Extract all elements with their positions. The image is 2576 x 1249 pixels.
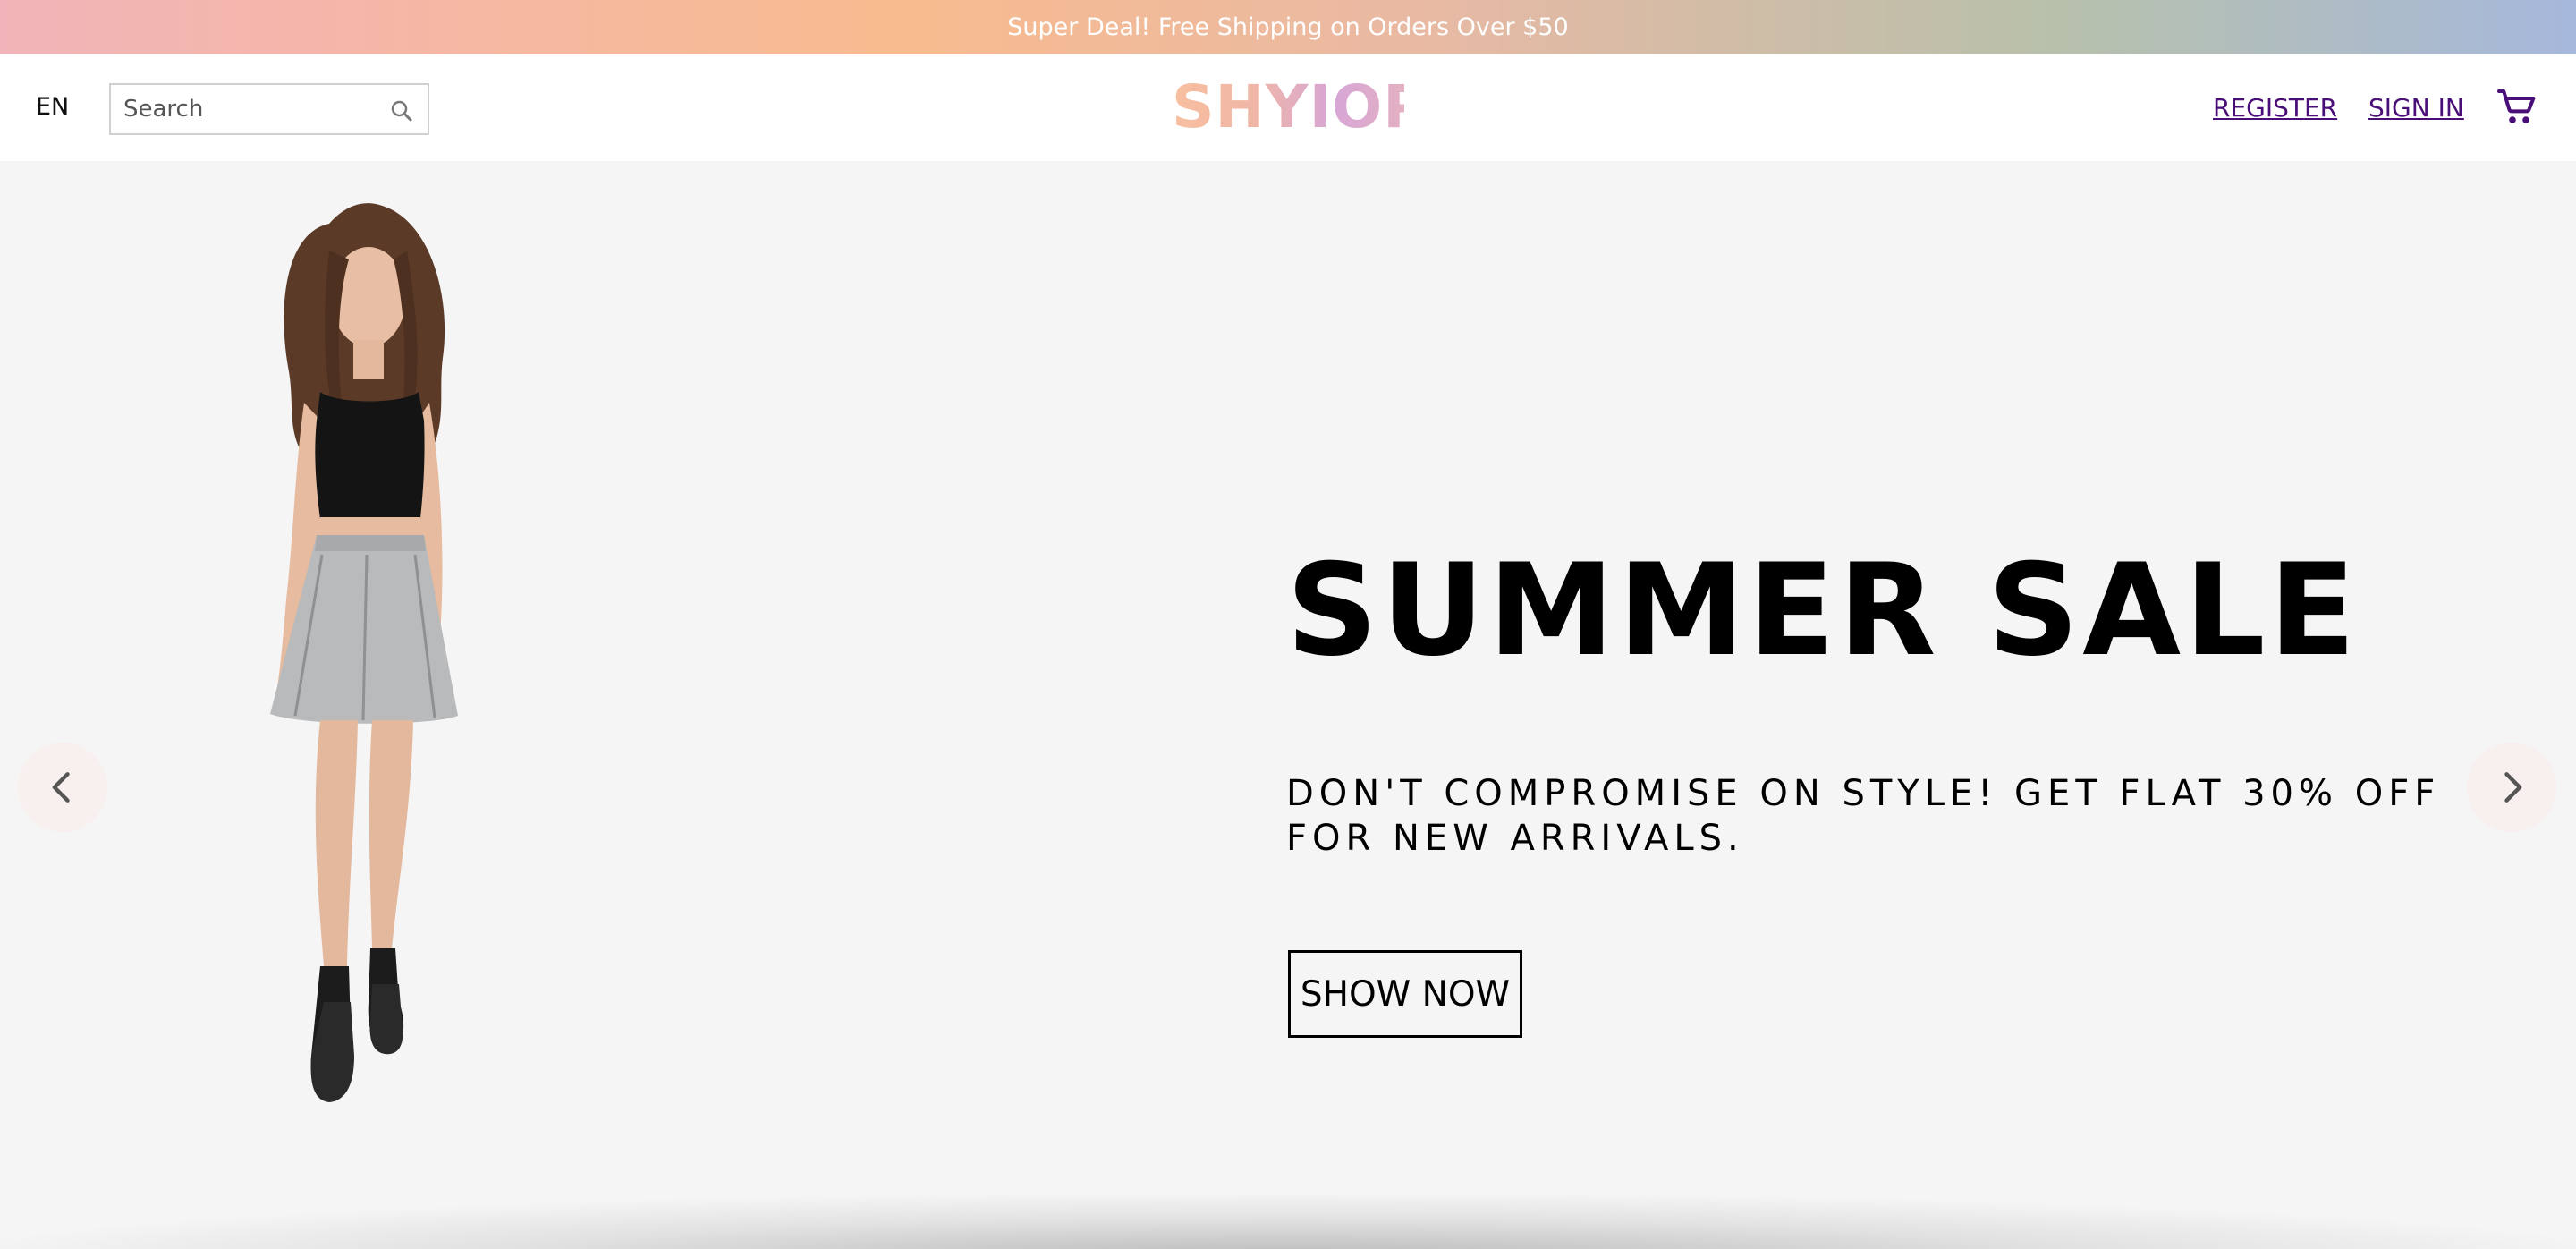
slider-prev-button[interactable] (18, 743, 107, 832)
brand-logo[interactable]: SHYIOP (1172, 72, 1427, 143)
slider-next-button[interactable] (2467, 743, 2556, 832)
search-icon[interactable] (388, 98, 415, 124)
hero-banner: SUMMER SALE DON'T COMPROMISE ON STYLE! G… (0, 161, 2576, 1249)
chevron-right-icon (2504, 772, 2522, 803)
announcement-bar: Super Deal! Free Shipping on Orders Over… (0, 0, 2576, 54)
sign-in-link[interactable]: SIGN IN (2368, 93, 2464, 123)
model-image (270, 203, 458, 1102)
announcement-text: Super Deal! Free Shipping on Orders Over… (1007, 13, 1569, 41)
hero-title: SUMMER SALE (1286, 537, 2360, 684)
show-now-button[interactable]: SHOW NOW (1288, 950, 1522, 1038)
cart-icon[interactable] (2496, 86, 2538, 129)
hero-description: DON'T COMPROMISE ON STYLE! GET FLAT 30% … (1286, 773, 2441, 859)
hero-bottom-shadow (0, 1195, 2576, 1249)
register-link[interactable]: REGISTER (2213, 93, 2337, 123)
language-selector[interactable]: EN (36, 93, 69, 121)
chevron-left-icon (52, 772, 70, 803)
search-input[interactable] (111, 95, 370, 123)
search-box (109, 83, 429, 135)
navbar: EN SHYIOP REGISTER SIGN IN (0, 54, 2576, 161)
